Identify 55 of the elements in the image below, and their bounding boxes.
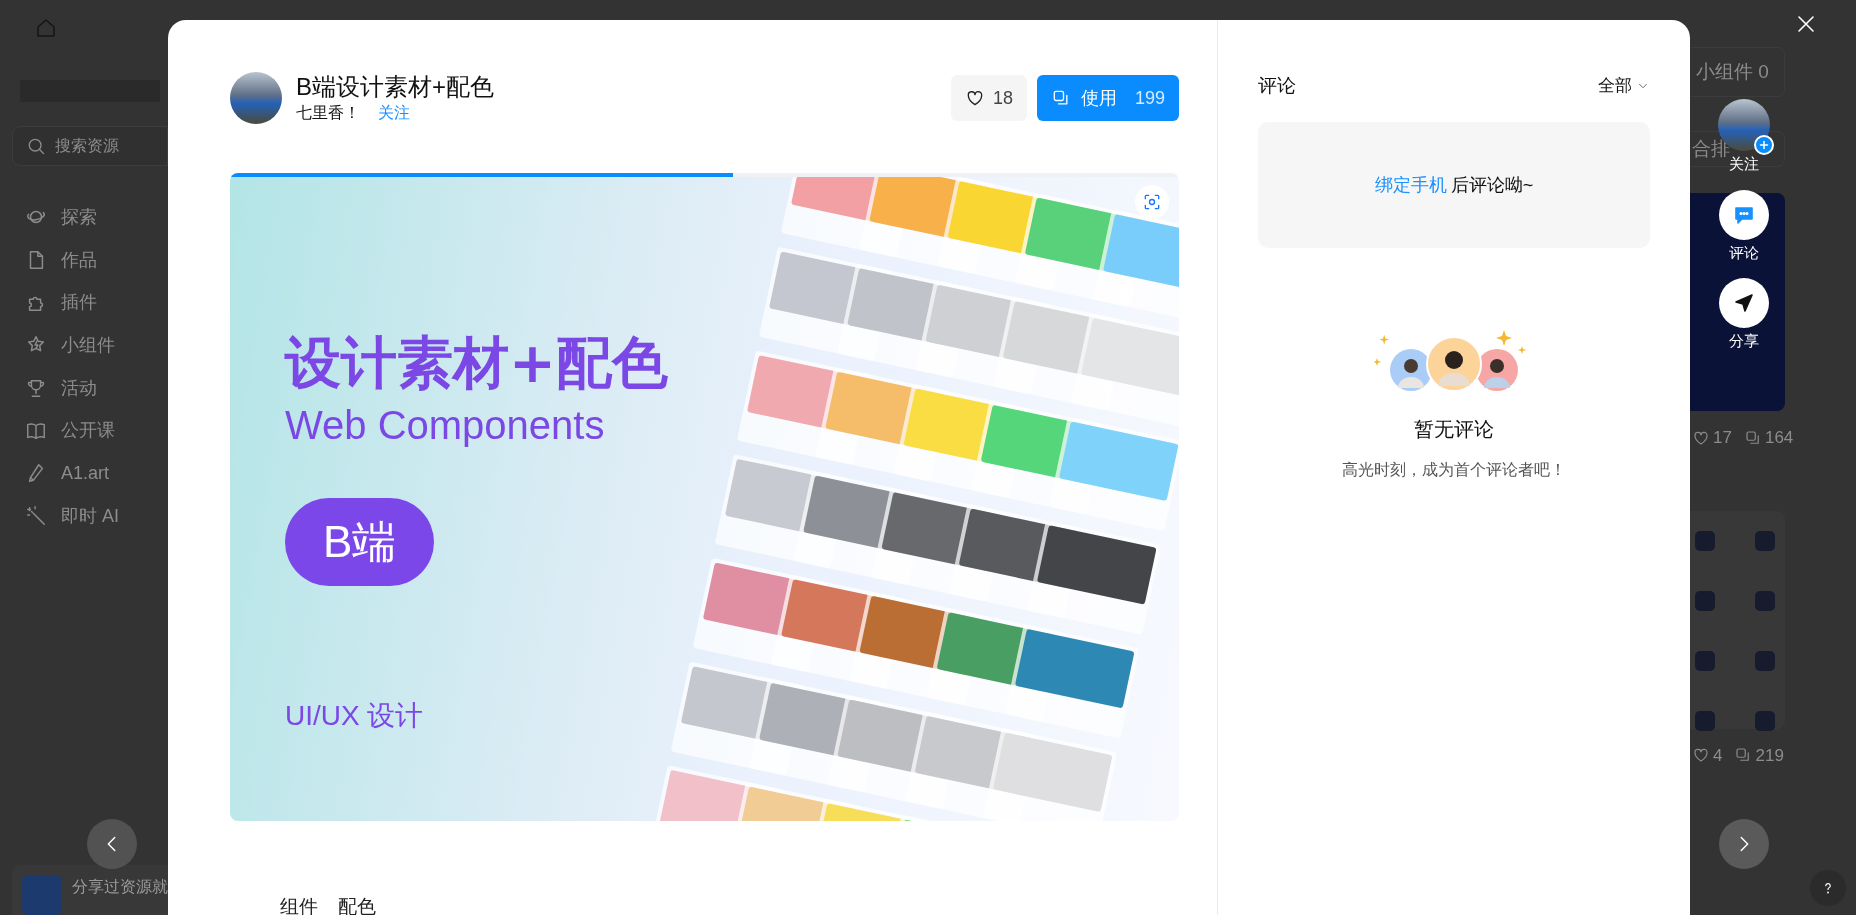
banner-badge: B端 (285, 498, 435, 586)
send-icon (1732, 291, 1756, 315)
plus-icon (1758, 139, 1770, 151)
preview-image[interactable]: 设计素材+配色 Web Components B端 UI/UX 设计 (230, 173, 1179, 821)
scan-icon (1142, 192, 1162, 212)
dim-icon (1755, 650, 1775, 671)
dim-icon (1695, 650, 1715, 671)
home-icon (34, 16, 58, 40)
banner-subtitle: Web Components (285, 402, 605, 449)
nav-item[interactable]: A1.art (12, 452, 168, 495)
nav-item[interactable]: 小组件 (12, 324, 168, 367)
scan-button[interactable] (1135, 185, 1169, 219)
nav-item[interactable]: 探索 (12, 196, 168, 239)
copy-icon (1743, 428, 1762, 447)
avatar-photo[interactable] (230, 72, 282, 124)
empty-title: 暂无评论 (1414, 417, 1494, 442)
bind-phone-link[interactable]: 绑定手机 (1374, 174, 1447, 195)
promo-title: 分享过资源就 (72, 877, 168, 897)
nav-item[interactable]: 即时 AI (12, 494, 168, 538)
dim-icon (1755, 710, 1775, 731)
nav-item[interactable]: 作品 (12, 238, 168, 282)
like-button[interactable]: 18 (950, 75, 1027, 121)
magic-wand-icon (25, 505, 47, 528)
dim-icon (1755, 590, 1775, 611)
follow-link[interactable]: 关注 (378, 102, 410, 124)
banner-headline: 设计素材+配色 (285, 329, 668, 397)
help-button[interactable] (1810, 870, 1846, 906)
like-count: 4 (1713, 744, 1723, 767)
comments-title: 评论 (1258, 73, 1296, 98)
dim-icon (1695, 590, 1715, 611)
nav-item[interactable]: 插件 (12, 281, 168, 325)
icon-set-thumbnail[interactable] (1690, 510, 1785, 729)
trophy-icon (25, 377, 47, 400)
nav-item[interactable]: 活动 (12, 366, 168, 410)
search-icon (26, 136, 46, 156)
app-thumbnail (22, 875, 62, 915)
use-count: 219 (1755, 744, 1784, 767)
work-title: B端设计素材+配色 (296, 72, 495, 102)
banner-footer: UI/UX 设计 (285, 698, 424, 734)
dim-icon (1695, 710, 1715, 731)
like-count: 17 (1713, 427, 1732, 449)
dim-icon (1755, 530, 1775, 551)
tag-label[interactable]: 组件 (280, 893, 318, 915)
use-count: 164 (1764, 427, 1794, 449)
filter-dropdown[interactable]: 全部 (1598, 73, 1650, 99)
promo-card[interactable]: 分享过资源就 (12, 865, 168, 915)
next-button[interactable] (1719, 819, 1769, 869)
author-name[interactable]: 七里香！ (296, 102, 360, 124)
empty-subtitle: 高光时刻，成为首个评论者吧！ (1342, 460, 1566, 480)
search-field[interactable]: 搜索资源 (12, 126, 168, 166)
comment-prompt: 绑定手机 后评论呦~ (1374, 173, 1534, 197)
nav-item[interactable]: 公开课 (12, 409, 168, 453)
use-button[interactable]: 使用 199 (1036, 75, 1179, 121)
tag-label[interactable]: 配色 (338, 893, 376, 915)
dim-icon (1695, 530, 1715, 551)
